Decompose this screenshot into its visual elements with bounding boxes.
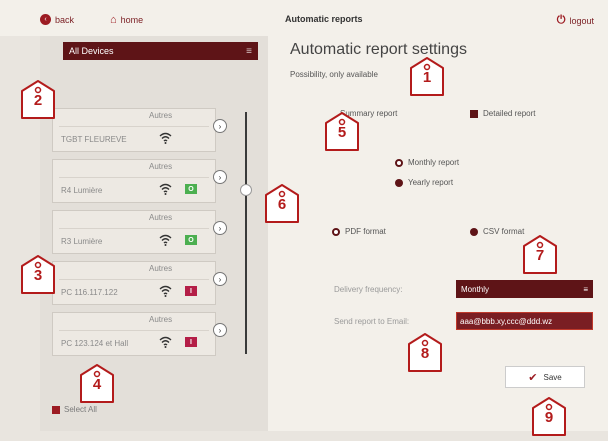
callout-number: 6 [277,195,287,213]
divider [59,279,209,280]
device-card[interactable]: Autres PC 123.124 et Hall I › [52,312,227,356]
callout-number: 1 [422,68,432,86]
chevron-right-icon[interactable]: › [213,119,227,133]
callout-tag: 3 [16,253,60,297]
callout-tag: 5 [320,110,364,154]
device-name: TGBT FLEUREVE [61,135,127,144]
logout-link[interactable]: ⏻ logout [557,14,594,27]
home-icon: ⌂ [110,14,117,26]
wifi-icon [159,234,172,246]
device-name: R3 Lumière [61,237,103,246]
divider [59,126,209,127]
callout-tag: 2 [16,78,60,122]
divider [59,177,209,178]
delivery-frequency-select[interactable]: Monthly ≡ [456,280,593,298]
home-label: home [120,15,144,25]
divider [59,228,209,229]
wifi-icon [159,132,172,144]
device-category: Autres [149,264,173,273]
select-all-label: Select All [64,405,97,414]
wifi-icon [159,183,172,195]
callout-number: 7 [535,246,545,264]
callout-tag: 6 [260,182,304,226]
home-link[interactable]: ⌂ home [110,14,143,26]
check-icon: ✔ [528,371,538,384]
email-label: Send report to Email: [334,317,410,326]
device-category: Autres [149,162,173,171]
switch-off-toggle[interactable]: I [185,286,197,296]
switch-on-toggle[interactable]: O [185,235,197,245]
callout-tag: 4 [75,362,119,406]
monthly-report-radio[interactable]: Monthly report [395,158,459,167]
chevron-right-icon[interactable]: › [213,323,227,337]
detailed-report-checkbox[interactable]: Detailed report [470,109,535,118]
back-arrow-icon: ‹ [40,14,51,25]
monthly-report-label: Monthly report [408,158,460,167]
device-category: Autres [149,315,173,324]
callout-number: 3 [33,266,43,284]
select-all-checkbox[interactable]: Select All [52,405,97,414]
scroll-track[interactable] [245,112,247,354]
save-label: Save [543,372,562,382]
scroll-handle[interactable] [240,184,252,196]
device-selector[interactable]: All Devices ≡ [63,42,258,60]
top-bar: ‹ back ⌂ home Automatic reports ⏻ logout [0,0,608,36]
chevron-right-icon[interactable]: › [213,170,227,184]
switch-on-toggle[interactable]: O [185,184,197,194]
back-label: back [55,14,75,25]
logout-label: logout [569,15,594,26]
checkbox-icon [470,109,478,118]
chevron-right-icon[interactable]: › [213,272,227,286]
device-category: Autres [149,213,173,222]
callout-tag: 1 [405,55,449,99]
app-title: Automatic reports [285,14,363,24]
callout-number: 2 [33,91,43,109]
device-card[interactable]: Autres PC 116.117.122 I › [52,261,227,305]
radio-icon [395,178,403,187]
device-card[interactable]: Autres R3 Lumière O › [52,210,227,254]
save-button[interactable]: ✔ Save [505,366,585,388]
page-subtitle: Possibility, only available [290,70,378,79]
menu-icon: ≡ [583,284,588,294]
device-name: PC 116.117.122 [61,288,118,297]
divider [59,330,209,331]
device-selector-label: All Devices [69,46,114,56]
detailed-report-label: Detailed report [483,109,536,118]
callout-number: 9 [544,408,554,426]
checkbox-icon [52,405,60,414]
callout-number: 4 [92,375,102,393]
callout-tag: 9 [527,395,571,439]
yearly-report-label: Yearly report [408,178,454,187]
callout-number: 5 [337,123,347,141]
radio-icon [470,227,478,236]
wifi-icon [159,285,172,297]
chevron-right-icon[interactable]: › [213,221,227,235]
email-input[interactable]: aaa@bbb.xy,ccc@ddd.wz [456,312,593,330]
back-link[interactable]: ‹ back [40,14,74,25]
callout-tag: 7 [518,233,562,277]
callout-tag: 8 [403,331,447,375]
pdf-format-label: PDF format [345,227,386,236]
device-name: PC 123.124 et Hall [61,339,129,348]
device-category: Autres [149,111,173,120]
wifi-icon [159,336,172,348]
radio-selected-icon [395,158,403,167]
delivery-frequency-label: Delivery frequency: [334,285,403,294]
yearly-report-radio[interactable]: Yearly report [395,178,453,187]
device-card[interactable]: Autres TGBT FLEUREVE › [52,108,227,152]
delivery-frequency-value: Monthly [461,284,490,294]
callout-number: 8 [420,344,430,362]
csv-format-radio[interactable]: CSV format [470,227,524,236]
switch-off-toggle[interactable]: I [185,337,197,347]
pdf-format-radio[interactable]: PDF format [332,227,386,236]
device-name: R4 Lumière [61,186,103,195]
device-card[interactable]: Autres R4 Lumière O › [52,159,227,203]
radio-selected-icon [332,227,340,236]
menu-icon: ≡ [246,45,252,57]
power-icon: ⏻ [556,14,566,26]
